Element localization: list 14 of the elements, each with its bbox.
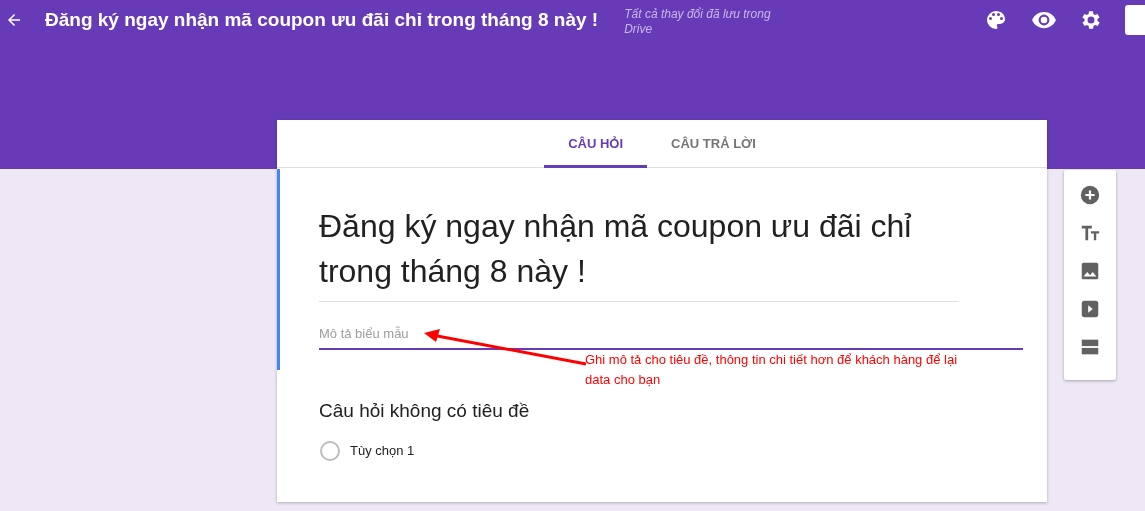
palette-icon[interactable]	[984, 8, 1008, 32]
annotation-note: Ghi mô tả cho tiêu đề, thông tin chi tiết hơn để khách hàng để lại data cho bạn	[585, 351, 959, 389]
question-title[interactable]: Câu hỏi không có tiêu đề	[319, 397, 530, 426]
video-icon[interactable]	[1079, 298, 1101, 320]
tab[interactable]: CÂU TRẢ LỜI	[647, 120, 780, 168]
image-icon[interactable]	[1079, 260, 1101, 282]
description-field[interactable]: Mô tả biểu mẫu	[319, 318, 1023, 350]
form-title-field[interactable]: Đăng ký ngay nhận mã coupon ưu đãi chỉ trong tháng 8 này !	[319, 168, 959, 302]
form-title: Đăng ký ngay nhận mã coupon ưu đãi chỉ trong tháng 8 này !	[45, 7, 599, 32]
radio-button[interactable]	[320, 440, 340, 461]
add-circle-icon[interactable]	[1079, 184, 1101, 206]
option-label: Tùy chọn 1	[350, 441, 415, 460]
save-status: Tất cả thay đổi đã lưu trong Drive	[624, 7, 772, 37]
tab[interactable]: CÂU HỎI	[544, 120, 648, 168]
